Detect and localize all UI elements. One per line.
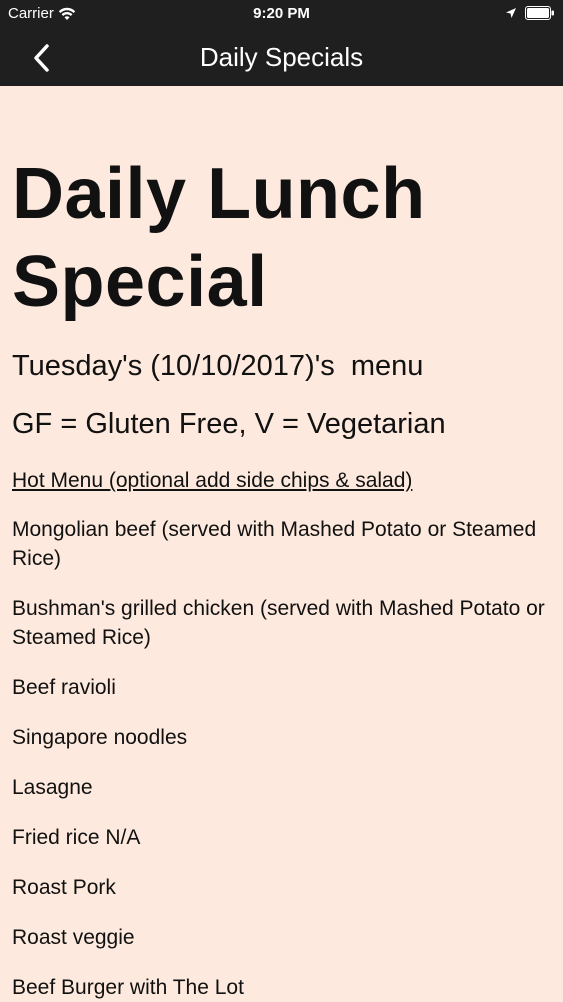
nav-bar: Daily Specials <box>0 30 563 86</box>
menu-item: Beef ravioli <box>12 676 116 699</box>
hot-menu-heading: Hot Menu (optional add side chips & sala… <box>12 469 413 492</box>
status-right-group <box>505 6 555 20</box>
menu-item: Bushman's grilled chicken (served with M… <box>12 597 545 649</box>
page-title: Daily Lunch Special <box>12 154 426 322</box>
page-content: Daily Lunch Special Tuesday's (10/10/201… <box>12 150 552 1002</box>
menu-item: Fried rice N/A <box>12 826 141 849</box>
nav-title: Daily Specials <box>199 42 364 72</box>
diet-legend: GF = Gluten Free, V = Vegetarian <box>12 408 446 440</box>
menu-item: Beef Burger with The Lot <box>12 976 244 999</box>
battery-icon <box>525 6 554 20</box>
status-time: 9:20 PM <box>253 5 310 22</box>
app-header: Carrier 9:20 PM Daily Specials <box>0 0 563 86</box>
menu-item: Roast veggie <box>12 926 135 949</box>
menu-item: Mongolian beef (served with Mashed Potat… <box>12 518 537 570</box>
menu-date-line: Tuesday's (10/10/2017)'s menu <box>12 350 424 382</box>
menu-item: Roast Pork <box>12 876 116 899</box>
menu-list: Mongolian beef (served with Mashed Potat… <box>12 515 552 1002</box>
status-bar: Carrier 9:20 PM <box>0 0 563 30</box>
menu-item: Singapore noodles <box>12 726 188 749</box>
menu-item: Lasagne <box>12 776 93 799</box>
location-arrow-icon <box>506 8 516 18</box>
